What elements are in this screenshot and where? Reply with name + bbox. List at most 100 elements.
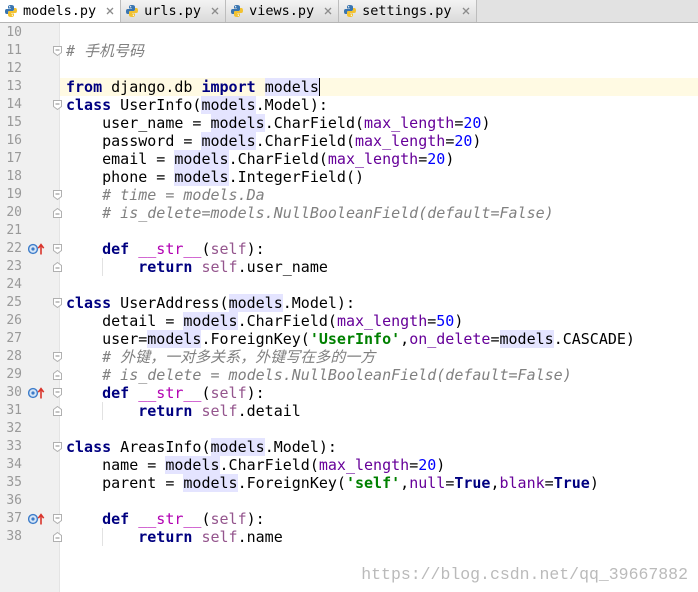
gutter-cell[interactable]: 10 [0,24,60,42]
code-line-28[interactable]: 28 # 外键，一对多关系，外键写在多的一方 [0,348,698,366]
code-line-16[interactable]: 16 password = models.CharField(max_lengt… [0,132,698,150]
code-text[interactable]: name = models.CharField(max_length=20) [60,456,698,474]
code-text[interactable]: return self.detail [60,402,698,420]
gutter-cell[interactable]: 33 [0,438,60,456]
gutter-cell[interactable]: 16 [0,132,60,150]
code-text[interactable]: return self.user_name [60,258,698,276]
code-line-21[interactable]: 21 [0,222,698,240]
code-text[interactable]: user_name = models.CharField(max_length=… [60,114,698,132]
code-line-34[interactable]: 34 name = models.CharField(max_length=20… [0,456,698,474]
gutter-cell[interactable]: 18 [0,168,60,186]
tab-models-py[interactable]: models.py [0,0,122,22]
override-method-icon[interactable] [28,387,46,399]
gutter-cell[interactable]: 12 [0,60,60,78]
code-line-18[interactable]: 18 phone = models.IntegerField() [0,168,698,186]
code-line-19[interactable]: 19 # time = models.Da [0,186,698,204]
code-text[interactable]: # 外键，一对多关系，外键写在多的一方 [60,348,698,366]
code-text[interactable]: parent = models.ForeignKey('self',null=T… [60,474,698,492]
gutter-cell[interactable]: 28 [0,348,60,366]
code-text[interactable] [60,420,698,438]
code-line-36[interactable]: 36 [0,492,698,510]
code-line-11[interactable]: 11 # 手机号码 [0,42,698,60]
close-icon[interactable] [462,7,470,15]
code-line-31[interactable]: 31 return self.detail [0,402,698,420]
code-text[interactable] [60,60,698,78]
code-text[interactable] [60,24,698,42]
gutter-cell[interactable]: 20 [0,204,60,222]
code-lines[interactable]: 10 11 # 手机号码 12 13 from django.db import mode… [0,24,698,546]
code-editor[interactable]: 10 11 # 手机号码 12 13 from django.db import mode… [0,23,698,592]
gutter-cell[interactable]: 19 [0,186,60,204]
gutter-cell[interactable]: 35 [0,474,60,492]
gutter-cell[interactable]: 29 [0,366,60,384]
code-line-13[interactable]: 13 from django.db import models [0,78,698,96]
code-line-29[interactable]: 29 # is_delete = models.NullBooleanField… [0,366,698,384]
code-line-22[interactable]: 22 def __str__(self): [0,240,698,258]
code-text[interactable]: class AreasInfo(models.Model): [60,438,698,456]
code-line-33[interactable]: 33 class AreasInfo(models.Model): [0,438,698,456]
code-line-12[interactable]: 12 [0,60,698,78]
gutter-cell[interactable]: 21 [0,222,60,240]
code-text[interactable]: class UserAddress(models.Model): [60,294,698,312]
gutter-cell[interactable]: 26 [0,312,60,330]
code-line-20[interactable]: 20 # is_delete=models.NullBooleanField(d… [0,204,698,222]
close-icon[interactable] [106,7,114,15]
gutter-cell[interactable]: 22 [0,240,60,258]
code-line-37[interactable]: 37 def __str__(self): [0,510,698,528]
code-text[interactable]: def __str__(self): [60,240,698,258]
code-text[interactable]: def __str__(self): [60,510,698,528]
gutter-cell[interactable]: 24 [0,276,60,294]
code-line-35[interactable]: 35 parent = models.ForeignKey('self',nul… [0,474,698,492]
gutter-cell[interactable]: 14 [0,96,60,114]
code-text[interactable] [60,222,698,240]
code-text[interactable]: class UserInfo(models.Model): [60,96,698,114]
code-text[interactable]: def __str__(self): [60,384,698,402]
gutter-cell[interactable]: 36 [0,492,60,510]
code-text[interactable]: detail = models.CharField(max_length=50) [60,312,698,330]
code-line-14[interactable]: 14 class UserInfo(models.Model): [0,96,698,114]
gutter-cell[interactable]: 27 [0,330,60,348]
code-line-27[interactable]: 27 user=models.ForeignKey('UserInfo',on_… [0,330,698,348]
gutter-cell[interactable]: 15 [0,114,60,132]
code-line-30[interactable]: 30 def __str__(self): [0,384,698,402]
code-text[interactable] [60,276,698,294]
gutter-cell[interactable]: 32 [0,420,60,438]
gutter-cell[interactable]: 31 [0,402,60,420]
code-line-24[interactable]: 24 [0,276,698,294]
code-line-15[interactable]: 15 user_name = models.CharField(max_leng… [0,114,698,132]
code-text[interactable]: password = models.CharField(max_length=2… [60,132,698,150]
tab-settings-py[interactable]: settings.py [339,0,477,22]
gutter-cell[interactable]: 25 [0,294,60,312]
code-text[interactable]: phone = models.IntegerField() [60,168,698,186]
code-line-10[interactable]: 10 [0,24,698,42]
close-icon[interactable] [324,7,332,15]
code-text[interactable]: # is_delete=models.NullBooleanField(defa… [60,204,698,222]
code-text[interactable]: # 手机号码 [60,42,698,60]
code-text[interactable]: return self.name [60,528,698,546]
tab-urls-py[interactable]: urls.py [121,0,227,22]
gutter-cell[interactable]: 13 [0,78,60,96]
override-method-icon[interactable] [28,243,46,255]
code-line-17[interactable]: 17 email = models.CharField(max_length=2… [0,150,698,168]
code-line-32[interactable]: 32 [0,420,698,438]
code-line-25[interactable]: 25 class UserAddress(models.Model): [0,294,698,312]
gutter-cell[interactable]: 23 [0,258,60,276]
code-text[interactable] [60,492,698,510]
gutter-cell[interactable]: 37 [0,510,60,528]
code-text[interactable]: # is_delete = models.NullBooleanField(de… [60,366,698,384]
override-method-icon[interactable] [28,513,46,525]
close-icon[interactable] [211,7,219,15]
gutter-cell[interactable]: 34 [0,456,60,474]
code-line-23[interactable]: 23 return self.user_name [0,258,698,276]
gutter-cell[interactable]: 38 [0,528,60,546]
code-text[interactable]: from django.db import models [60,78,698,96]
gutter-cell[interactable]: 17 [0,150,60,168]
code-text[interactable]: user=models.ForeignKey('UserInfo',on_del… [60,330,698,348]
gutter-cell[interactable]: 11 [0,42,60,60]
code-text[interactable]: email = models.CharField(max_length=20) [60,150,698,168]
code-line-26[interactable]: 26 detail = models.CharField(max_length=… [0,312,698,330]
code-text[interactable]: # time = models.Da [60,186,698,204]
code-line-38[interactable]: 38 return self.name [0,528,698,546]
gutter-cell[interactable]: 30 [0,384,60,402]
tab-views-py[interactable]: views.py [226,0,340,22]
